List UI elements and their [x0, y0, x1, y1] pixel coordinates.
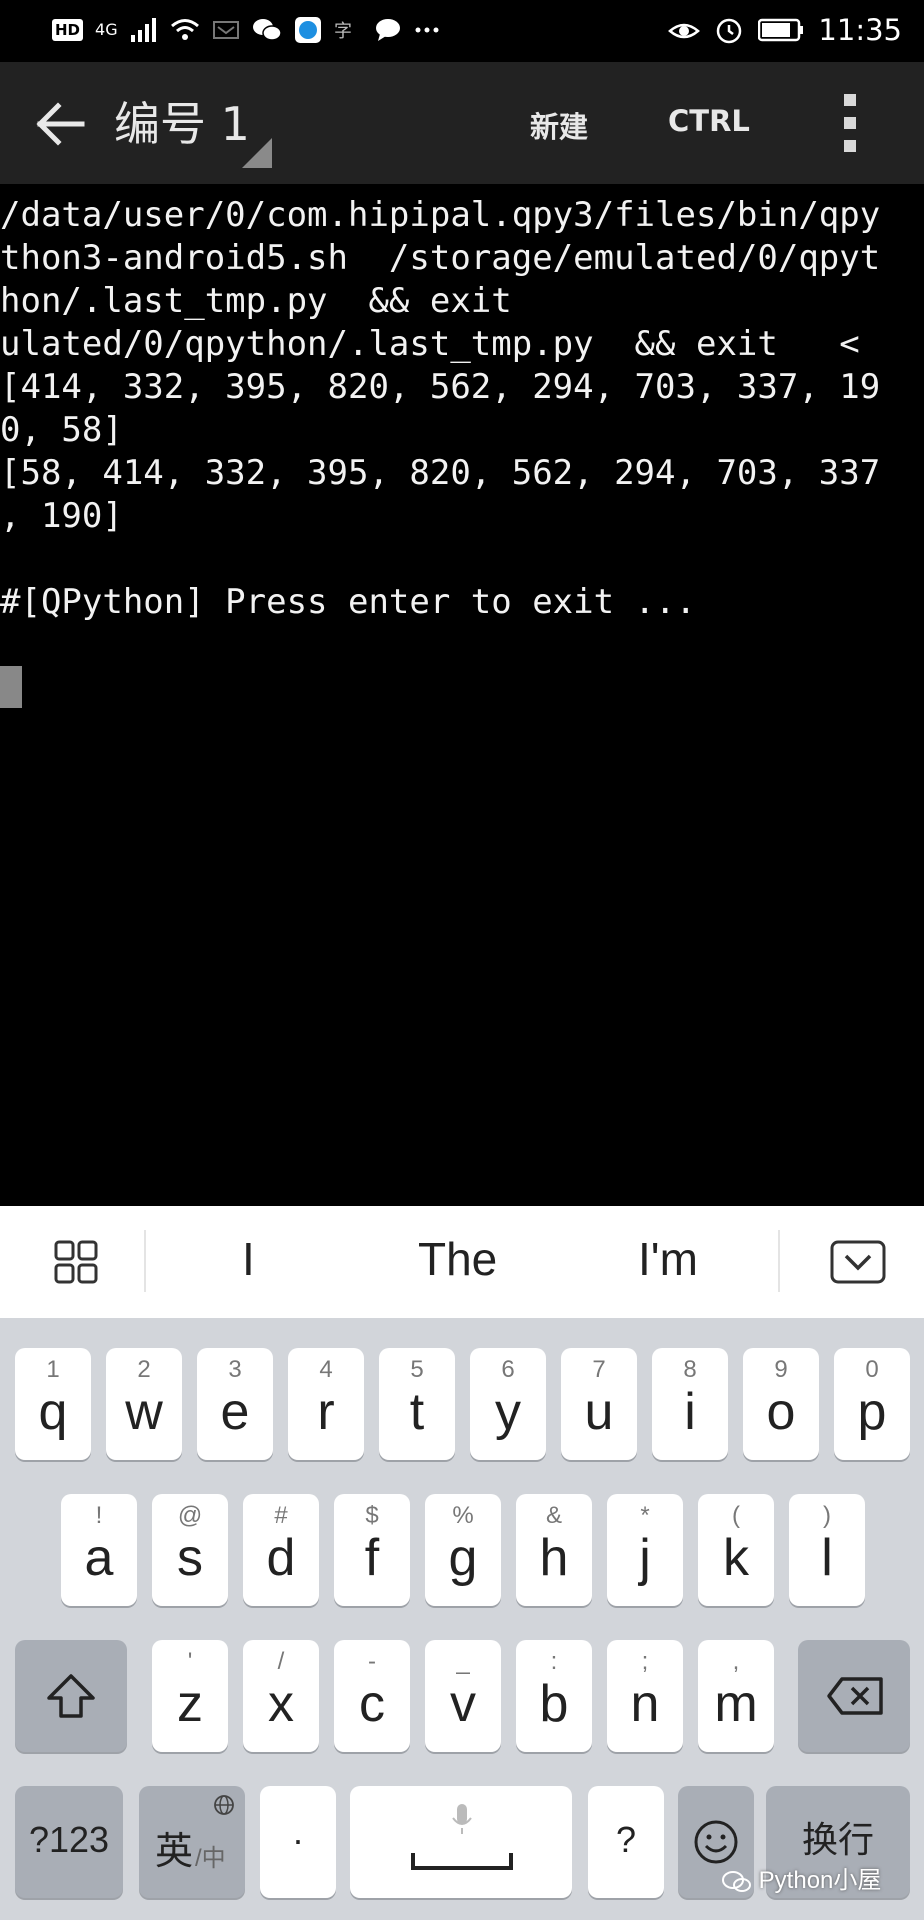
divider — [144, 1230, 146, 1292]
terminal-line: /data/user/0/com.hipipal.qpy3/files/bin/… — [0, 195, 881, 235]
session-dropdown-indicator[interactable] — [242, 138, 272, 168]
lang-main-label: 英 — [155, 1831, 194, 1873]
hide-keyboard-icon[interactable] — [830, 1240, 886, 1284]
wechat-icon — [252, 19, 282, 41]
clock: 11:35 — [818, 13, 902, 47]
key-b[interactable]: :b — [516, 1640, 592, 1752]
battery-icon — [758, 18, 804, 42]
key-z[interactable]: ' z — [152, 1640, 228, 1752]
key-u[interactable]: 7u — [561, 1348, 637, 1460]
watermark-text: Python小屋 — [758, 1867, 882, 1894]
key-h[interactable]: & h — [516, 1494, 592, 1606]
suggestion-word[interactable]: I — [242, 1232, 255, 1286]
globe-icon — [214, 1795, 234, 1815]
key-d[interactable]: # d — [243, 1494, 319, 1606]
symbols-key[interactable]: ?123 — [15, 1786, 123, 1898]
terminal-line: hon/.last_tmp.py && exit — [0, 281, 512, 321]
suggestion-word[interactable]: I'm — [638, 1232, 698, 1286]
signal-icon — [130, 18, 156, 42]
app-bar: 编号 1 新建 CTRL — [0, 62, 924, 184]
period-key[interactable]: · — [260, 1786, 336, 1898]
shift-arrow-icon — [47, 1674, 95, 1718]
terminal-line: #[QPython] Press enter to exit ... — [0, 582, 696, 622]
alarm-icon — [717, 18, 742, 44]
terminal-line: [58, 414, 332, 395, 820, 562, 294, 703, … — [0, 453, 881, 493]
key-g[interactable]: % g — [425, 1494, 501, 1606]
key-a[interactable]: ! a — [61, 1494, 137, 1606]
question-key[interactable]: ? — [588, 1786, 664, 1898]
wechat-logo-icon — [722, 1870, 751, 1892]
language-switch-key[interactable]: 英 /中 — [139, 1786, 245, 1898]
space-bar-icon — [411, 1853, 513, 1870]
notification-icon — [212, 21, 239, 39]
app-icon: 字 — [334, 21, 352, 42]
microphone-icon — [452, 1804, 472, 1834]
key-n[interactable]: ; n — [607, 1640, 683, 1752]
chat-bubble-icon — [375, 19, 400, 41]
key-o[interactable]: 9o — [743, 1348, 819, 1460]
back-arrow-icon[interactable] — [32, 94, 92, 154]
new-session-button[interactable]: 新建 — [530, 104, 588, 146]
eye-icon — [668, 23, 701, 39]
key-y[interactable]: 6y — [470, 1348, 546, 1460]
key-v[interactable]: _ v — [425, 1640, 501, 1752]
backspace-icon — [827, 1677, 883, 1715]
terminal-cursor — [0, 666, 22, 708]
space-key[interactable] — [350, 1786, 572, 1898]
key-p[interactable]: 0p — [834, 1348, 910, 1460]
key-s[interactable]: @ s — [152, 1494, 228, 1606]
lang-sub-label: /中 — [195, 1845, 226, 1872]
svg-text:字: 字 — [334, 21, 352, 42]
overflow-menu-icon[interactable] — [844, 94, 858, 152]
terminal-line: , 190] — [0, 496, 123, 536]
terminal-line: ulated/0/qpython/.last_tmp.py && exit < — [0, 324, 860, 364]
watermark: Python小屋 — [722, 1860, 881, 1895]
keyboard-menu-grid-icon[interactable] — [54, 1240, 98, 1284]
key-r[interactable]: 4r — [288, 1348, 364, 1460]
suggestion-bar: I The I'm — [0, 1206, 924, 1318]
session-title[interactable]: 编号 1 — [114, 96, 250, 152]
key-j[interactable]: * j — [607, 1494, 683, 1606]
browser-icon — [294, 17, 321, 43]
shift-key[interactable] — [15, 1640, 127, 1752]
suggestion-word[interactable]: The — [418, 1232, 497, 1286]
more-dots-icon — [415, 27, 439, 33]
terminal-line: thon3-android5.sh /storage/emulated/0/qp… — [0, 238, 881, 278]
divider — [778, 1230, 780, 1292]
terminal-output[interactable]: /data/user/0/com.hipipal.qpy3/files/bin/… — [0, 184, 924, 1206]
status-right-icons: 11:35 — [668, 12, 902, 48]
network-type: 4G — [95, 20, 118, 39]
key-e[interactable]: 3e — [197, 1348, 273, 1460]
hd-badge: HD — [52, 19, 84, 41]
key-f[interactable]: $ f — [334, 1494, 410, 1606]
key-k[interactable]: (k — [698, 1494, 774, 1606]
terminal-line: [414, 332, 395, 820, 562, 294, 703, 337,… — [0, 367, 881, 407]
wifi-icon — [170, 19, 199, 40]
backspace-key[interactable] — [798, 1640, 910, 1752]
terminal-line: 0, 58] — [0, 410, 123, 450]
ctrl-button[interactable]: CTRL — [668, 104, 750, 138]
key-l[interactable]: ) l — [789, 1494, 865, 1606]
soft-keyboard: 1q 2w 3e 4r 5t 6y 7u 8i 9o 0p ! a @ s # d $… — [0, 1318, 924, 1920]
key-i[interactable]: 8i — [652, 1348, 728, 1460]
key-q[interactable]: 1q — [15, 1348, 91, 1460]
key-m[interactable]: ,m — [698, 1640, 774, 1752]
status-left-icons: HD 4G 字 — [52, 12, 440, 48]
key-t[interactable]: 5t — [379, 1348, 455, 1460]
emoji-smiley-icon — [694, 1820, 738, 1864]
key-c[interactable]: -c — [334, 1640, 410, 1752]
key-w[interactable]: 2w — [106, 1348, 182, 1460]
key-x[interactable]: / x — [243, 1640, 319, 1752]
status-bar: HD 4G 字 11:35 — [0, 0, 924, 62]
